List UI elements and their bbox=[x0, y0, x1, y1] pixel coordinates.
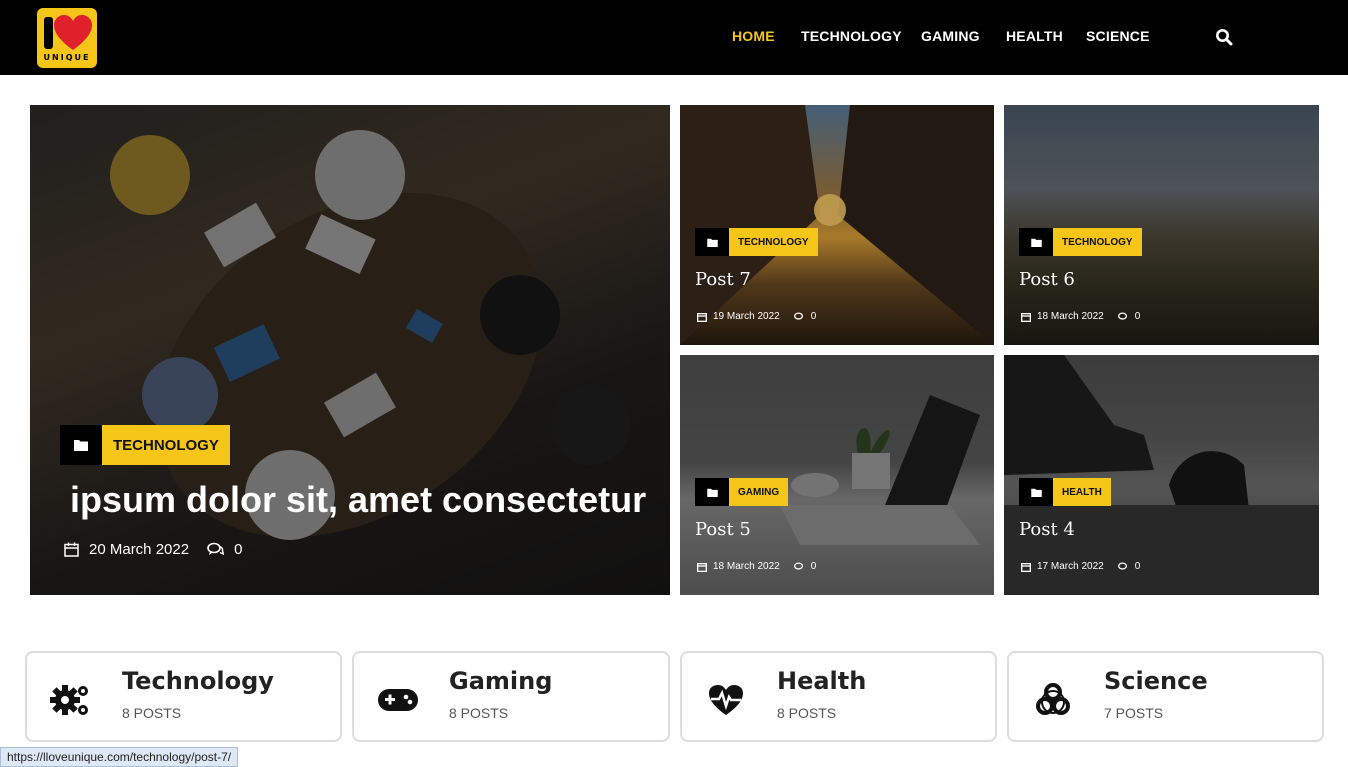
comment-count: 0 bbox=[234, 541, 243, 558]
post-date: 19 March 2022 bbox=[713, 311, 780, 322]
biohazard-icon bbox=[1031, 678, 1075, 722]
folder-icon bbox=[695, 228, 729, 256]
image-overlay bbox=[1004, 355, 1319, 595]
category-label: TECHNOLOGY bbox=[729, 228, 818, 256]
search-icon[interactable] bbox=[1215, 28, 1233, 46]
calendar-icon bbox=[64, 542, 79, 557]
category-label: TECHNOLOGY bbox=[1053, 228, 1142, 256]
comments-icon bbox=[793, 561, 803, 570]
category-badge[interactable]: HEALTH bbox=[1019, 478, 1111, 506]
post-title[interactable]: Post 7 bbox=[695, 269, 751, 290]
calendar-icon bbox=[1021, 562, 1031, 572]
post-card[interactable]: TECHNOLOGY Post 6 18 March 2022 0 bbox=[1004, 105, 1319, 345]
post-meta: 18 March 2022 0 bbox=[1021, 311, 1140, 322]
calendar-icon bbox=[697, 312, 707, 322]
folder-icon bbox=[695, 478, 729, 506]
post-meta: 17 March 2022 0 bbox=[1021, 561, 1140, 572]
post-date: 18 March 2022 bbox=[1037, 311, 1104, 322]
post-title[interactable]: Post 6 bbox=[1019, 269, 1075, 290]
category-label: HEALTH bbox=[1053, 478, 1111, 506]
site-logo[interactable]: UNIQUE bbox=[37, 8, 97, 68]
comment-count: 0 bbox=[1134, 561, 1141, 572]
category-card-technology[interactable]: Technology 8 POSTS bbox=[25, 651, 342, 742]
browser-status-url: https://lloveunique.com/technology/post-… bbox=[0, 747, 239, 767]
comments-icon bbox=[1117, 311, 1127, 320]
post-date: 17 March 2022 bbox=[1037, 561, 1104, 572]
post-date: 18 March 2022 bbox=[713, 561, 780, 572]
category-badge[interactable]: TECHNOLOGY bbox=[695, 228, 818, 256]
image-overlay bbox=[680, 105, 994, 345]
calendar-icon bbox=[697, 562, 707, 572]
featured-post-card[interactable]: TECHNOLOGY ipsum dolor sit, amet consect… bbox=[30, 105, 670, 595]
category-badge[interactable]: TECHNOLOGY bbox=[60, 425, 230, 465]
comment-count: 0 bbox=[1134, 311, 1141, 322]
nav-home[interactable]: HOME bbox=[732, 28, 775, 44]
post-title[interactable]: Post 4 bbox=[1019, 519, 1075, 540]
category-label: TECHNOLOGY bbox=[102, 425, 230, 465]
image-overlay bbox=[1004, 105, 1319, 345]
category-label: GAMING bbox=[729, 478, 789, 506]
category-post-count: 7 POSTS bbox=[1104, 705, 1164, 721]
nav-gaming[interactable]: GAMING bbox=[921, 28, 980, 44]
category-post-count: 8 POSTS bbox=[777, 705, 837, 721]
nav-technology[interactable]: TECHNOLOGY bbox=[801, 28, 902, 44]
comments-icon bbox=[1117, 561, 1127, 570]
post-meta: 20 March 2022 0 bbox=[64, 541, 242, 558]
post-title[interactable]: Post 5 bbox=[695, 519, 751, 540]
category-badge[interactable]: GAMING bbox=[695, 478, 789, 506]
category-card-science[interactable]: Science 7 POSTS bbox=[1007, 651, 1324, 742]
post-meta: 18 March 2022 0 bbox=[697, 561, 816, 572]
post-card[interactable]: TECHNOLOGY Post 7 19 March 2022 0 bbox=[680, 105, 994, 345]
nav-health[interactable]: HEALTH bbox=[1006, 28, 1063, 44]
category-card-gaming[interactable]: Gaming 8 POSTS bbox=[352, 651, 670, 742]
nav-science[interactable]: SCIENCE bbox=[1086, 28, 1150, 44]
calendar-icon bbox=[1021, 312, 1031, 322]
category-post-count: 8 POSTS bbox=[122, 705, 182, 721]
comment-count: 0 bbox=[810, 561, 817, 572]
comments-icon bbox=[793, 311, 803, 320]
category-post-count: 8 POSTS bbox=[449, 705, 509, 721]
featured-post-title[interactable]: ipsum dolor sit, amet consectetur bbox=[70, 479, 646, 521]
folder-icon bbox=[60, 425, 102, 465]
gears-icon bbox=[49, 678, 93, 722]
folder-icon bbox=[1019, 228, 1053, 256]
gamepad-icon bbox=[376, 678, 420, 722]
logo-wordmark: UNIQUE bbox=[43, 53, 91, 62]
category-name: Science bbox=[1104, 667, 1208, 695]
comments-icon bbox=[207, 542, 225, 555]
category-name: Gaming bbox=[449, 667, 553, 695]
logo-i-mark bbox=[44, 17, 53, 49]
image-overlay bbox=[680, 355, 994, 595]
category-name: Health bbox=[777, 667, 867, 695]
folder-icon bbox=[1019, 478, 1053, 506]
heartbeat-icon bbox=[704, 678, 748, 722]
site-header: UNIQUE HOME TECHNOLOGY GAMING HEALTH SCI… bbox=[0, 0, 1348, 75]
post-card[interactable]: GAMING Post 5 18 March 2022 0 bbox=[680, 355, 994, 595]
category-badge[interactable]: TECHNOLOGY bbox=[1019, 228, 1142, 256]
category-card-health[interactable]: Health 8 POSTS bbox=[680, 651, 997, 742]
comment-count: 0 bbox=[810, 311, 817, 322]
image-overlay bbox=[30, 105, 670, 595]
category-name: Technology bbox=[122, 667, 274, 695]
post-date: 20 March 2022 bbox=[89, 541, 190, 558]
post-meta: 19 March 2022 0 bbox=[697, 311, 816, 322]
post-card[interactable]: HEALTH Post 4 17 March 2022 0 bbox=[1004, 355, 1319, 595]
heart-icon bbox=[54, 15, 92, 50]
